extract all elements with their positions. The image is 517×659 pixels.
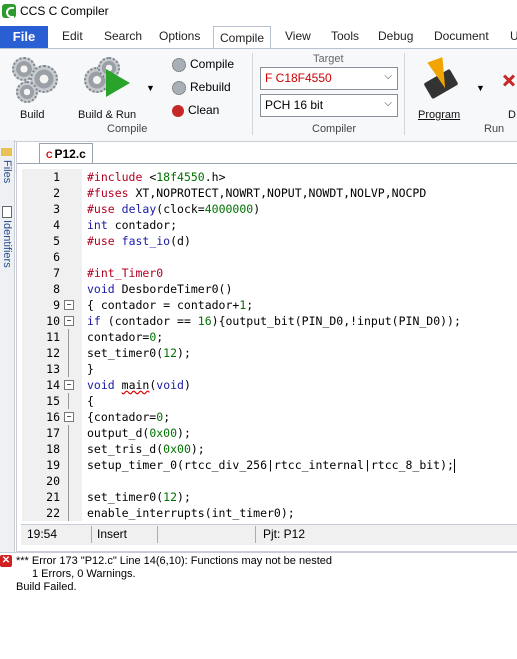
- identifiers-icon: [2, 206, 12, 218]
- compiler-value: PCH 16 bit: [265, 98, 324, 112]
- code-line: 2 #fuses XT,NOPROTECT,NOWRT,NOPUT,NOWDT,N…: [53, 186, 427, 200]
- compile-label: Compile: [190, 57, 235, 71]
- code-line: 9−{ contador = contador+1;: [53, 298, 254, 312]
- build-button[interactable]: Build: [6, 53, 60, 121]
- menu-options[interactable]: Options: [159, 29, 200, 43]
- rebuild-button[interactable]: Rebuild: [172, 80, 231, 95]
- title-bar: CCS C Compiler: [0, 0, 517, 24]
- menu-tools[interactable]: Tools: [331, 29, 359, 43]
- code-line: 11 contador=0;: [46, 329, 164, 345]
- code-editor[interactable]: 1 #include <18f4550.h> 2 #fuses XT,NOPROTE…: [17, 169, 517, 521]
- group-label-compiler: Compiler: [312, 123, 357, 135]
- file-menu-button[interactable]: File: [0, 26, 48, 48]
- status-empty: [161, 526, 256, 543]
- project-name: Pjt: P12: [263, 527, 306, 541]
- ribbon: Build ▼ Build & Run Compile Rebuild Clea…: [0, 48, 517, 142]
- code-line: 7 #int_Timer0: [53, 266, 164, 280]
- code-line: 16− {contador=0;: [46, 410, 171, 424]
- program-label: Program: [418, 109, 461, 121]
- menu-compile[interactable]: Compile: [213, 26, 272, 49]
- code-line: 8 void DesbordeTimer0(): [53, 282, 233, 296]
- code-line: 1 #include <18f4550.h>: [53, 170, 226, 184]
- code-line: 5 #use fast_io(d): [53, 234, 191, 248]
- edit-mode[interactable]: Insert: [93, 526, 158, 543]
- code-line: 21 set_timer0(12);: [46, 489, 191, 505]
- chevron-down-icon[interactable]: ▼: [146, 83, 155, 93]
- rebuild-label: Rebuild: [190, 80, 231, 94]
- menu-overflow[interactable]: U: [510, 29, 517, 43]
- menu-document[interactable]: Document: [434, 29, 489, 43]
- editor-panel: C P12.c 1 #include <18f4550.h> 2 #fuses XT,…: [16, 141, 517, 552]
- chevron-down-icon: ⌵: [384, 71, 392, 82]
- fold-toggle[interactable]: −: [64, 412, 74, 422]
- debug-icon: [502, 65, 516, 95]
- gear-icon: [172, 57, 186, 72]
- code-line: 10− if (contador == 16){output_bit(PIN_D0…: [46, 314, 461, 328]
- code-line: 18 set_tris_d(0x00);: [46, 441, 205, 457]
- gears-icon: [12, 57, 58, 103]
- code-line: 3 #use delay(clock=4000000): [53, 202, 261, 216]
- menu-debug[interactable]: Debug: [378, 29, 413, 43]
- status-bar: 19:54 Insert Pjt: P12: [21, 524, 517, 545]
- code-line: 4 int contador;: [53, 218, 178, 232]
- program-button[interactable]: ▼ Program: [412, 53, 485, 121]
- code-line: 6: [53, 250, 60, 264]
- target-value: F C18F4550: [265, 71, 332, 85]
- build-and-run-button[interactable]: ▼ Build & Run: [74, 53, 156, 121]
- build-label: Build: [20, 109, 45, 121]
- separator: [404, 53, 405, 135]
- cursor-position: 19:54: [23, 526, 92, 543]
- chevron-down-icon[interactable]: ▼: [476, 83, 485, 93]
- output-panel: ✕ *** Error 173 "P12.c" Line 14(6,10): F…: [0, 552, 517, 659]
- debug-button[interactable]: D: [494, 53, 517, 121]
- target-label: Target: [313, 53, 344, 65]
- code-line: 13}: [46, 361, 94, 377]
- debug-label: D: [508, 109, 516, 121]
- clean-button[interactable]: Clean: [172, 103, 219, 117]
- menu-edit[interactable]: Edit: [62, 29, 83, 43]
- code-line: 14− void main(void): [46, 378, 191, 392]
- menu-bar: File Edit Search Options Compile View To…: [0, 26, 517, 49]
- error-icon: ✕: [0, 555, 12, 567]
- build-summary: 1 Errors, 0 Warnings.: [32, 568, 136, 580]
- build-run-label: Build & Run: [78, 109, 137, 121]
- code-line: 19 setup_timer_0(rtcc_div_256|rtcc_intern…: [46, 457, 455, 473]
- error-message[interactable]: *** Error 173 "P12.c" Line 14(6,10): Fun…: [16, 555, 332, 567]
- group-label-compile: Compile: [107, 123, 148, 135]
- menu-view[interactable]: View: [285, 29, 311, 43]
- code-line: 17 output_d(0x00);: [46, 425, 191, 441]
- code-line: 22 enable_interrupts(int_timer0);: [46, 505, 295, 521]
- separator: [252, 53, 253, 135]
- compiler-select[interactable]: PCH 16 bit ⌵: [260, 94, 398, 117]
- code-line: 15{: [46, 393, 94, 409]
- file-tab-p12[interactable]: C P12.c: [39, 143, 93, 164]
- menu-search[interactable]: Search: [104, 29, 142, 43]
- fold-toggle[interactable]: −: [64, 300, 74, 310]
- target-select[interactable]: F C18F4550 ⌵: [260, 67, 398, 90]
- chip-lightning-icon: [420, 57, 460, 103]
- build-result: Build Failed.: [16, 581, 77, 593]
- chevron-down-icon: ⌵: [384, 98, 392, 109]
- app-logo-icon: [2, 4, 16, 18]
- fold-toggle[interactable]: −: [64, 380, 74, 390]
- folder-icon: [1, 148, 12, 156]
- group-label-run: Run: [484, 123, 505, 135]
- tab-divider: [17, 163, 517, 164]
- compile-button[interactable]: Compile: [172, 57, 234, 72]
- files-tab[interactable]: Files: [1, 160, 13, 183]
- identifiers-tab[interactable]: Identifiers: [1, 220, 13, 268]
- clean-icon: [172, 104, 184, 117]
- clean-label: Clean: [188, 103, 220, 117]
- fold-toggle[interactable]: −: [64, 316, 74, 326]
- text-cursor: [453, 458, 455, 473]
- rebuild-icon: [172, 80, 186, 95]
- build-run-icon: [84, 57, 134, 103]
- c-file-icon: C: [46, 150, 53, 160]
- code-line: 20: [17, 473, 517, 489]
- code-line: 12 set_timer0(12);: [46, 345, 191, 361]
- file-tab-label: P12.c: [54, 147, 86, 161]
- window-title: CCS C Compiler: [20, 4, 109, 18]
- side-panel-tabs: Files Identifiers: [0, 140, 15, 552]
